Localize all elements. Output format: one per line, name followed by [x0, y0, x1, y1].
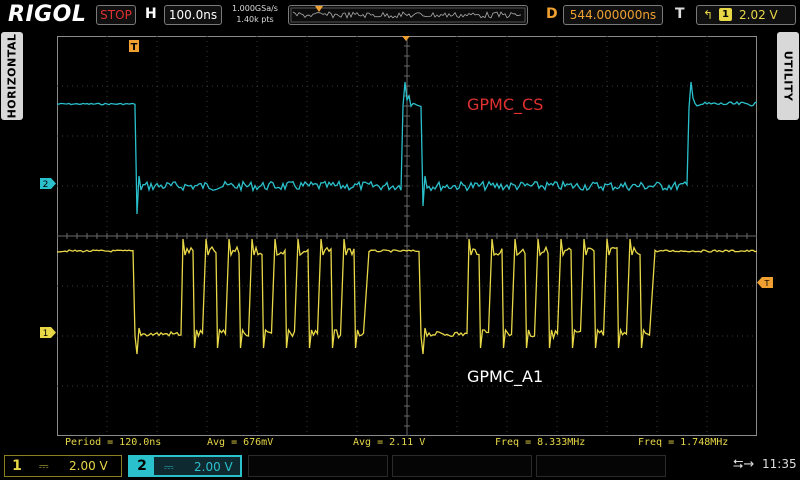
memory-depth: 1.40k pts — [236, 15, 274, 24]
rising-edge-icon: ↰ — [703, 8, 714, 22]
trigger-level-value: 2.02 V — [739, 8, 778, 22]
trigger-position-marker[interactable]: T — [129, 40, 139, 53]
delay-label: D — [546, 6, 558, 22]
measurement-freq-2: Freq = 1.748MHz — [638, 437, 729, 448]
trigger-position-letter: T — [131, 42, 138, 53]
channel-offset-markers: 2 1 — [40, 178, 56, 339]
trigger-label: T — [675, 6, 685, 22]
channel-2-marker-label: 2 — [43, 180, 49, 190]
trigger-source-badge: 1 — [719, 8, 732, 21]
channel-4-slot[interactable] — [392, 455, 532, 477]
waveform-display[interactable]: T GPMC_CS GPMC_A1 — [56, 35, 758, 437]
channel-2-number: 2 — [130, 457, 154, 475]
channel-1-number: 1 — [12, 458, 22, 474]
dc-coupling-icon: ⎓ — [39, 459, 49, 473]
system-clock: 11:35 — [762, 457, 797, 471]
measurement-bar: Period = 120.0ns Avg = 676mV Avg = 2.11 … — [57, 436, 757, 450]
usb-icon: ⮀→ — [733, 457, 755, 472]
channel-1-settings[interactable]: 1 ⎓ 2.00 V — [4, 455, 122, 477]
top-status-bar: RIGOL STOP H 100.0ns 1.000GSa/s 1.40k pt… — [0, 0, 800, 30]
acquisition-info: 1.000GSa/s 1.40k pts — [226, 3, 284, 25]
trigger-level-marker[interactable]: T — [757, 277, 773, 288]
run-stop-status[interactable]: STOP — [96, 5, 136, 25]
timebase-value[interactable]: 100.0ns — [164, 5, 222, 25]
trigger-level-marker-label: T — [764, 279, 770, 288]
horizontal-label: H — [145, 6, 157, 22]
bottom-channel-bar: 1 ⎓ 2.00 V 2 ⎓ 2.00 V ⮀→ 11:35 — [0, 452, 800, 480]
channel-1-marker-label: 1 — [43, 329, 49, 339]
memory-overview-bar[interactable] — [288, 5, 528, 25]
channel-2-scale: 2.00 V — [194, 460, 233, 474]
trigger-position-marker-icon — [315, 6, 323, 12]
dc-coupling-icon: ⎓ — [164, 460, 174, 474]
measurement-avg-2: Avg = 2.11 V — [353, 437, 426, 448]
channel-2-offset-marker[interactable]: 2 — [40, 178, 56, 190]
math-slot[interactable] — [536, 455, 666, 477]
trigger-level-marker-area: T — [757, 277, 773, 288]
measurement-period: Period = 120.0ns — [65, 437, 162, 448]
memory-overview-waveform — [290, 6, 526, 23]
gpmc-cs-label: GPMC_CS — [467, 95, 543, 115]
gpmc-a1-label: GPMC_A1 — [467, 367, 543, 387]
trigger-settings[interactable]: ↰ 1 2.02 V — [696, 5, 796, 25]
channel-1-scale: 2.00 V — [69, 459, 108, 473]
channel-3-slot[interactable] — [248, 455, 388, 477]
trigger-center-marker-icon — [402, 36, 410, 41]
sample-rate: 1.000GSa/s — [232, 4, 278, 13]
measurement-freq-1: Freq = 8.333MHz — [495, 437, 586, 448]
waveform-canvas: T GPMC_CS GPMC_A1 — [56, 35, 758, 437]
delay-value[interactable]: 544.000000ns — [563, 5, 663, 25]
channel-2-settings[interactable]: 2 ⎓ 2.00 V — [128, 455, 242, 477]
channel-1-offset-marker[interactable]: 1 — [40, 327, 56, 339]
measurement-avg-1: Avg = 676mV — [207, 437, 274, 448]
brand-logo: RIGOL — [8, 2, 87, 27]
